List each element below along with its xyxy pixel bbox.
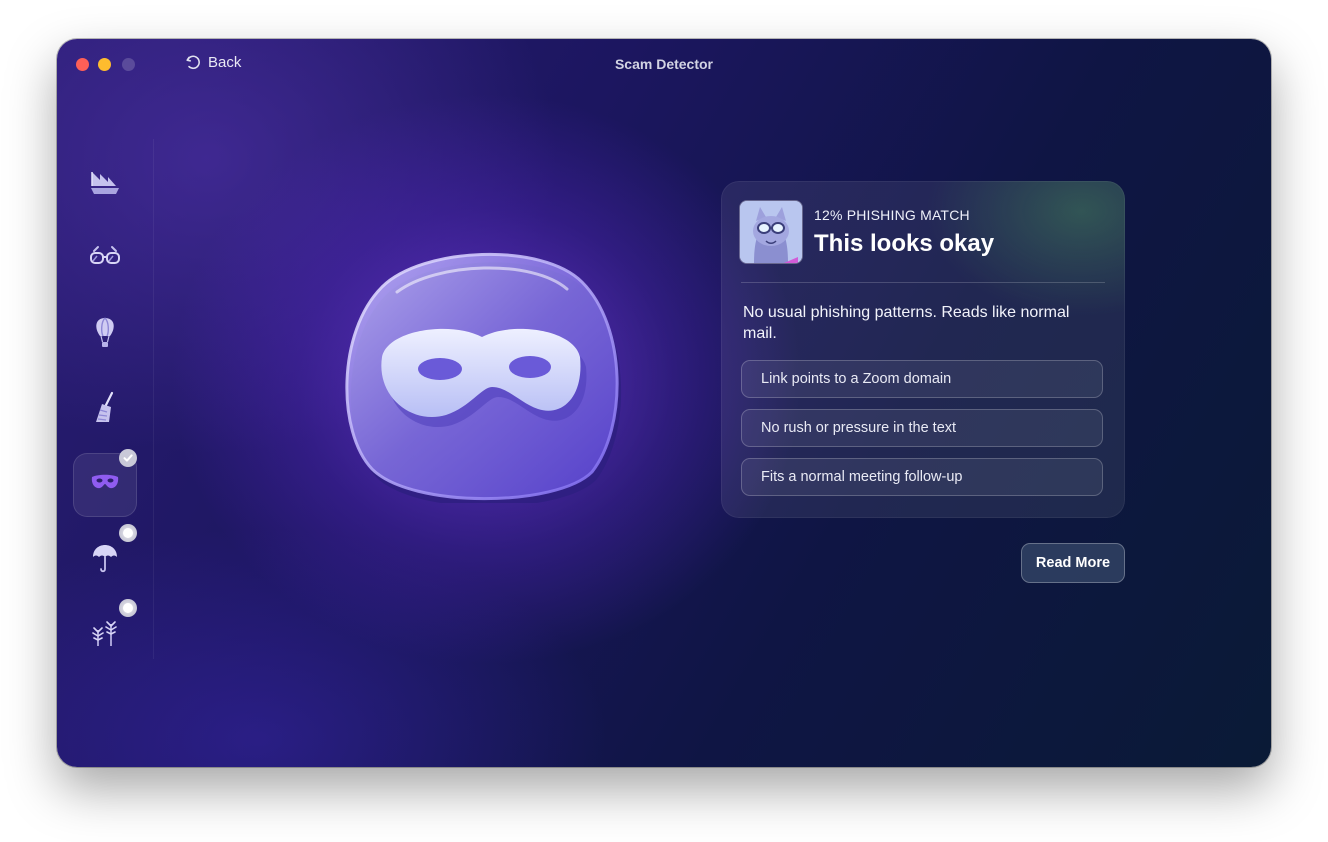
mask-icon xyxy=(90,472,120,499)
pending-dot-icon xyxy=(119,599,137,617)
divider xyxy=(741,282,1105,283)
sidebar xyxy=(57,139,154,659)
completed-check-icon xyxy=(119,449,137,467)
hero-mask-icon xyxy=(342,247,622,507)
sidebar-item-umbrella[interactable] xyxy=(73,524,137,592)
pending-dot-icon xyxy=(119,524,137,542)
ship-icon xyxy=(88,168,122,203)
reason-item: No rush or pressure in the text xyxy=(741,409,1103,447)
read-more-button[interactable]: Read More xyxy=(1021,543,1125,583)
broom-icon xyxy=(90,391,120,430)
reason-item: Fits a normal meeting follow-up xyxy=(741,458,1103,496)
hot-air-balloon-icon xyxy=(90,316,120,355)
verdict-headline: This looks okay xyxy=(814,230,995,257)
sidebar-item-plants[interactable] xyxy=(73,599,137,667)
sidebar-item-glasses[interactable] xyxy=(73,228,137,292)
result-card: 12% PHISHING MATCH This looks okay No us… xyxy=(721,181,1125,518)
window-title: Scam Detector xyxy=(614,56,714,72)
mascot-avatar xyxy=(740,201,802,263)
reason-item: Link points to a Zoom domain xyxy=(741,360,1103,398)
umbrella-icon xyxy=(90,541,120,580)
phishing-match-label: 12% PHISHING MATCH xyxy=(814,207,970,223)
sidebar-item-mask[interactable] xyxy=(73,449,137,517)
plants-icon xyxy=(90,616,120,655)
verdict-summary: No usual phishing patterns. Reads like n… xyxy=(743,304,1070,342)
sidebar-item-broom[interactable] xyxy=(73,378,137,442)
sidebar-item-ship[interactable] xyxy=(73,153,137,217)
sidebar-item-balloon[interactable] xyxy=(73,303,137,367)
app-window: Back Scam Detector 12% PHISHING MATCH Th… xyxy=(57,39,1271,767)
glasses-icon xyxy=(88,243,122,278)
